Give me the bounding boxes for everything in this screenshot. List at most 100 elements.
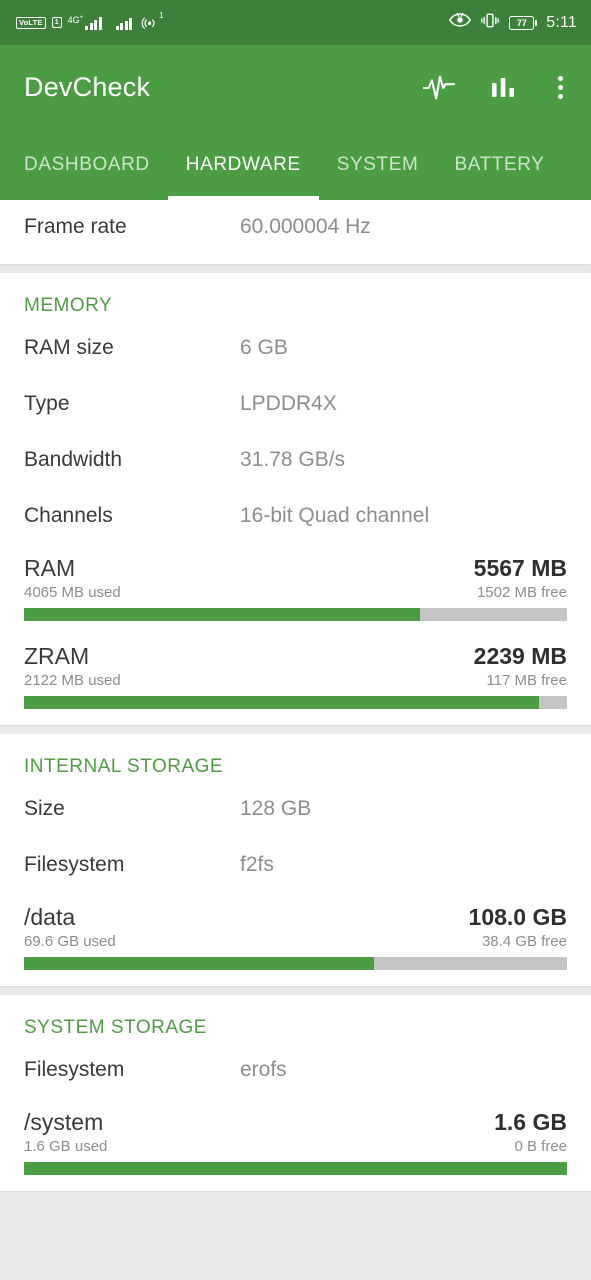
- meter-system-total: 1.6 GB: [494, 1109, 567, 1135]
- bar-chart-icon[interactable]: [486, 71, 520, 105]
- meter-zram-bar: [24, 696, 567, 709]
- status-bar-clock: 5:11: [546, 13, 577, 31]
- internal-storage-card: INTERNAL STORAGE Size 128 GB Filesystem …: [0, 734, 591, 986]
- sim-icon: 1: [51, 17, 62, 28]
- pulse-monitor-icon[interactable]: [422, 71, 456, 105]
- row-internal-size[interactable]: Size 128 GB: [24, 786, 567, 842]
- tab-battery[interactable]: BATTERY: [436, 130, 562, 200]
- section-title-system-storage: SYSTEM STORAGE: [24, 1017, 207, 1038]
- row-channels[interactable]: Channels 16-bit Quad channel: [24, 493, 567, 549]
- display-card: Frame rate 60.000004 Hz: [0, 200, 591, 264]
- meter-data-free: 38.4 GB free: [481, 933, 567, 950]
- tab-hardware[interactable]: HARDWARE: [167, 130, 319, 200]
- meter-data-top: /data 108.0 GB: [24, 904, 567, 931]
- meter-ram-free: 1502 MB free: [476, 584, 567, 601]
- row-internal-size-value: 128 GB: [240, 797, 312, 820]
- meter-ram-top: RAM 5567 MB: [24, 555, 567, 582]
- meter-data-used: 69.6 GB used: [24, 933, 116, 950]
- tab-battery-label: BATTERY: [454, 154, 545, 175]
- meter-data-bar: [24, 957, 567, 970]
- row-frame-rate[interactable]: Frame rate 60.000004 Hz: [24, 204, 567, 260]
- signal-bars-icon: 4G+: [67, 14, 102, 30]
- vibrate-icon: [480, 12, 500, 34]
- row-frame-rate-value: 60.000004 Hz: [240, 215, 371, 238]
- signal-bars-secondary-icon: [115, 16, 133, 30]
- hotspot-icon: 1: [141, 11, 164, 31]
- volte-icon: VoLTE: [16, 16, 46, 29]
- row-ram-size-key: RAM size: [24, 336, 114, 359]
- section-title-memory: MEMORY: [24, 295, 113, 316]
- tab-dashboard-label: DASHBOARD: [24, 154, 150, 175]
- row-system-filesystem-key: Filesystem: [24, 1058, 125, 1081]
- meter-system-name: /system: [24, 1109, 104, 1135]
- row-bandwidth-key: Bandwidth: [24, 448, 123, 471]
- row-channels-key: Channels: [24, 504, 113, 527]
- tab-system[interactable]: SYSTEM: [319, 130, 437, 200]
- row-memory-type-value: LPDDR4X: [240, 392, 337, 415]
- hardware-content-scroll[interactable]: Frame rate 60.000004 Hz MEMORY RAM size …: [0, 200, 591, 1280]
- meter-data-sub: 69.6 GB used 38.4 GB free: [24, 933, 567, 950]
- row-memory-type-key: Type: [24, 392, 70, 415]
- row-bandwidth-value: 31.78 GB/s: [240, 448, 346, 471]
- meter-zram-used: 2122 MB used: [24, 672, 121, 689]
- devcheck-app: VoLTE 1 4G+ 1 77 5:11 DevCheck DASHBOARD…: [0, 0, 591, 1280]
- status-bar: VoLTE 1 4G+ 1 77 5:11: [0, 0, 591, 45]
- section-title-internal-storage: INTERNAL STORAGE: [24, 756, 224, 777]
- status-bar-right: 77 5:11: [449, 12, 577, 34]
- meter-zram-sub: 2122 MB used 117 MB free: [24, 672, 567, 689]
- row-channels-value: 16-bit Quad channel: [240, 504, 430, 527]
- meter-ram-bar: [24, 608, 567, 621]
- meter-zram[interactable]: ZRAM 2239 MB 2122 MB used 117 MB free: [24, 637, 567, 725]
- tab-hardware-label: HARDWARE: [185, 154, 301, 175]
- row-bandwidth[interactable]: Bandwidth 31.78 GB/s: [24, 437, 567, 493]
- meter-system-bar-fill: [24, 1162, 567, 1175]
- meter-zram-free: 117 MB free: [486, 672, 567, 689]
- meter-system-free: 0 B free: [514, 1138, 567, 1155]
- tab-dashboard[interactable]: DASHBOARD: [6, 130, 168, 200]
- system-storage-card: SYSTEM STORAGE Filesystem erofs /system …: [0, 995, 591, 1191]
- meter-ram-sub: 4065 MB used 1502 MB free: [24, 584, 567, 601]
- eye-icon: [449, 12, 472, 33]
- meter-zram-bar-fill: [24, 696, 539, 709]
- network-generation-label: 4G+: [67, 14, 84, 25]
- status-bar-left: VoLTE 1 4G+ 1: [16, 11, 164, 31]
- signal-strength-bars: [85, 16, 102, 30]
- tab-bar: DASHBOARD HARDWARE SYSTEM BATTERY: [0, 130, 591, 200]
- row-ram-size[interactable]: RAM size 6 GB: [24, 325, 567, 381]
- memory-card: MEMORY RAM size 6 GB Type LPDDR4X Bandwi…: [0, 273, 591, 725]
- row-memory-type[interactable]: Type LPDDR4X: [24, 381, 567, 437]
- meter-data-bar-fill: [24, 957, 375, 970]
- meter-ram-total: 5567 MB: [473, 555, 567, 581]
- battery-tip: [535, 19, 538, 26]
- meter-system[interactable]: /system 1.6 GB 1.6 GB used 0 B free: [24, 1103, 567, 1191]
- meter-zram-name: ZRAM: [24, 643, 90, 669]
- meter-data[interactable]: /data 108.0 GB 69.6 GB used 38.4 GB free: [24, 898, 567, 986]
- row-system-filesystem-value: erofs: [240, 1058, 287, 1081]
- row-internal-filesystem-value: f2fs: [240, 853, 274, 876]
- row-internal-size-key: Size: [24, 797, 65, 820]
- meter-system-used: 1.6 GB used: [24, 1138, 108, 1155]
- meter-zram-total: 2239 MB: [473, 643, 567, 669]
- meter-data-total: 108.0 GB: [468, 904, 567, 930]
- meter-ram-used: 4065 MB used: [24, 584, 121, 601]
- overflow-menu-icon[interactable]: [550, 72, 571, 103]
- row-frame-rate-key: Frame rate: [24, 215, 127, 238]
- row-ram-size-value: 6 GB: [240, 336, 288, 359]
- meter-ram[interactable]: RAM 5567 MB 4065 MB used 1502 MB free: [24, 549, 567, 637]
- row-internal-filesystem[interactable]: Filesystem f2fs: [24, 842, 567, 898]
- meter-system-top: /system 1.6 GB: [24, 1109, 567, 1136]
- meter-zram-top: ZRAM 2239 MB: [24, 643, 567, 670]
- hotspot-sim-label: 1: [159, 11, 164, 20]
- row-internal-filesystem-key: Filesystem: [24, 853, 125, 876]
- app-title: DevCheck: [24, 72, 151, 102]
- meter-system-bar: [24, 1162, 567, 1175]
- battery-icon: 77: [509, 15, 538, 30]
- meter-system-sub: 1.6 GB used 0 B free: [24, 1138, 567, 1155]
- meter-ram-bar-fill: [24, 608, 421, 621]
- row-system-filesystem[interactable]: Filesystem erofs: [24, 1047, 567, 1103]
- app-toolbar: DevCheck: [0, 45, 591, 130]
- meter-ram-name: RAM: [24, 555, 76, 581]
- meter-data-name: /data: [24, 904, 76, 930]
- tab-system-label: SYSTEM: [336, 154, 419, 175]
- toolbar-actions: [422, 71, 571, 105]
